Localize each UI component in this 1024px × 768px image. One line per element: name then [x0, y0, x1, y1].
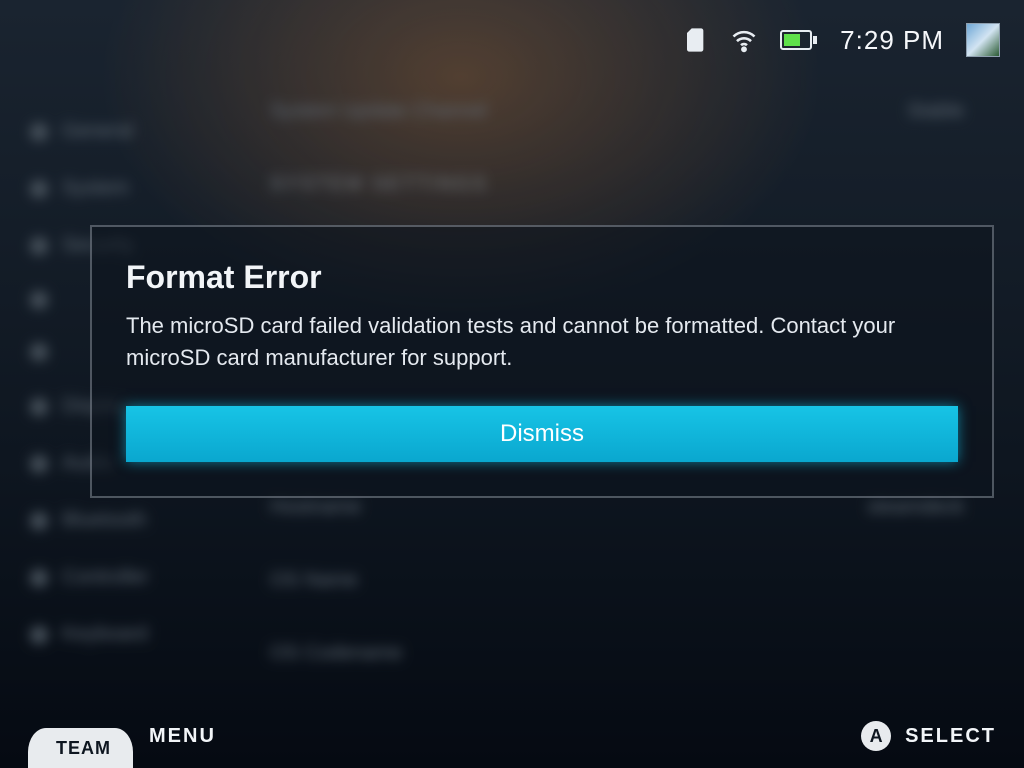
- dismiss-button[interactable]: Dismiss: [126, 406, 958, 462]
- status-bar: 7:29 PM: [0, 0, 1024, 80]
- dialog-body: The microSD card failed validation tests…: [126, 310, 946, 374]
- footer-bar: TEAM MENU A SELECT: [0, 704, 1024, 768]
- battery-icon: [780, 28, 818, 52]
- clock: 7:29 PM: [840, 25, 944, 56]
- format-error-dialog: Format Error The microSD card failed val…: [90, 225, 994, 498]
- menu-label: MENU: [149, 725, 216, 748]
- avatar[interactable]: [966, 23, 1000, 57]
- wifi-icon: [730, 26, 758, 54]
- steam-button[interactable]: TEAM: [28, 728, 133, 768]
- a-button-icon: A: [861, 721, 891, 751]
- sdcard-icon: [680, 26, 708, 54]
- select-hint: SELECT: [905, 725, 996, 748]
- dialog-title: Format Error: [126, 259, 958, 296]
